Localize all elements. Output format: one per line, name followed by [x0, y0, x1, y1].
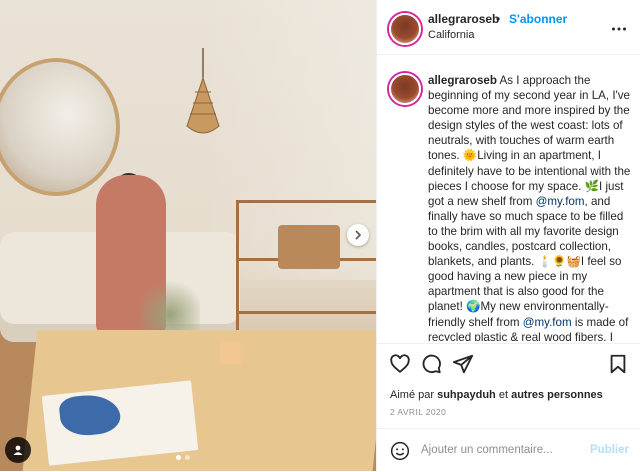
mention-link[interactable]: @my.fom [536, 195, 585, 208]
pendant-lamp [186, 48, 220, 134]
avatar[interactable] [389, 13, 421, 45]
share-icon[interactable] [452, 353, 474, 375]
carousel-next-button[interactable] [347, 224, 369, 246]
action-bar [377, 343, 640, 384]
user-tag-icon [13, 445, 23, 455]
caption-text: As I approach the beginning of my second… [428, 74, 631, 208]
round-mirror [0, 58, 120, 196]
likes-conjunction: et [498, 389, 509, 401]
candle [220, 342, 242, 364]
likes-prefix: Aimé par [390, 389, 435, 401]
likes-others-link[interactable]: autres personnes [511, 389, 603, 401]
header-username[interactable]: allegraroseb [428, 12, 499, 26]
follow-button[interactable]: S'abonner [509, 12, 567, 26]
post-header: allegraroseb • S'abonner California [377, 0, 640, 55]
post-photo[interactable] [0, 0, 376, 471]
mention-link[interactable]: @my.fom [523, 316, 572, 329]
carousel-dot [185, 455, 190, 460]
heart-icon[interactable] [389, 353, 411, 375]
more-options-icon[interactable] [611, 21, 627, 37]
caption-username[interactable]: allegraroseb [428, 74, 497, 87]
chevron-right-icon [355, 230, 362, 240]
post-caption: allegraroseb As I approach the beginning… [428, 73, 633, 341]
publish-button[interactable]: Publier [590, 444, 629, 456]
caption-avatar[interactable] [389, 73, 421, 105]
liked-by-user[interactable]: suhpayduh [437, 389, 496, 401]
header-separator: • [496, 12, 501, 26]
post-sidebar: allegraroseb • S'abonner California alle… [376, 0, 640, 471]
carousel-dots [176, 455, 190, 460]
comment-icon[interactable] [420, 353, 442, 375]
caption-text: , and finally have so much space to be f… [428, 194, 624, 329]
post-date[interactable]: 2 AVRIL 2020 [390, 407, 446, 417]
carousel-dot-active [176, 455, 181, 460]
location-link[interactable]: California [428, 29, 474, 41]
comment-input[interactable]: Ajouter un commentaire... [421, 444, 553, 456]
tagged-users-button[interactable] [5, 437, 31, 463]
bookmark-icon[interactable] [607, 353, 629, 375]
basket [278, 225, 340, 269]
likes-line: Aimé par suhpayduh et autres personnes [390, 389, 603, 401]
emoji-icon[interactable] [390, 441, 410, 461]
comment-bar: Ajouter un commentaire... Publier [377, 428, 640, 472]
